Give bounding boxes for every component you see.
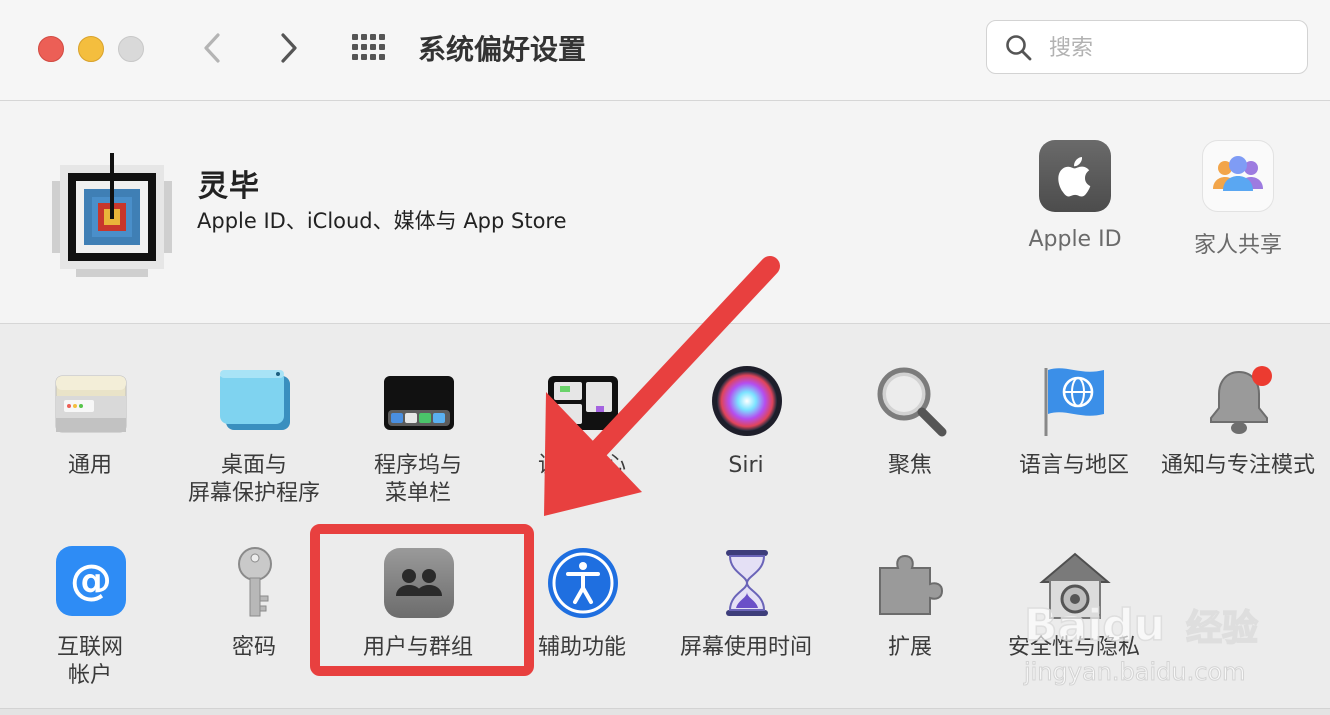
show-all-grid-icon[interactable] (350, 32, 390, 64)
svg-text:经验: 经验 (1186, 608, 1258, 649)
apple-id-label: Apple ID (1028, 227, 1122, 252)
pref-label: Siri (728, 453, 764, 478)
family-sharing-button[interactable] (1202, 140, 1274, 212)
apple-id-button[interactable] (1039, 140, 1111, 212)
dock-menubar-icon (384, 376, 454, 430)
notifications-icon (1210, 366, 1272, 434)
search-field[interactable] (986, 20, 1308, 74)
family-sharing-label: 家人共享 (1193, 233, 1282, 258)
title-bar: 系统偏好设置 (0, 0, 1330, 101)
account-subtitle[interactable]: Apple ID、iCloud、媒体与 App Store (197, 205, 567, 235)
family-sharing-icon (1213, 156, 1263, 191)
pref-label: 调度中心 (537, 453, 626, 478)
siri-icon (712, 366, 782, 436)
internet-accounts-icon: @ (56, 546, 126, 616)
forward-chevron-icon[interactable] (272, 30, 306, 66)
search-icon (1006, 35, 1032, 61)
passwords-icon (238, 547, 272, 617)
minimize-window-button[interactable] (78, 36, 104, 62)
back-chevron-icon[interactable] (196, 30, 230, 66)
general-icon (55, 375, 127, 433)
window-title: 系统偏好设置 (418, 33, 587, 66)
account-section: 灵毕 Apple ID、iCloud、媒体与 App Store Apple I… (0, 101, 1330, 324)
pref-label: 扩展 (887, 635, 932, 660)
pref-label: 聚焦 (887, 453, 932, 478)
pref-label: 语言与地区 (1018, 453, 1129, 478)
svg-text:jingyan.baidu.com: jingyan.baidu.com (1023, 658, 1245, 686)
svg-text:@: @ (70, 555, 112, 604)
mission-control-icon (548, 376, 618, 430)
svg-text:Baidu: Baidu (1024, 600, 1165, 651)
user-avatar-target-icon[interactable] (44, 149, 180, 285)
pref-label: 屏幕使用时间 (679, 635, 812, 660)
pref-label: 通知与专注模式 (1160, 453, 1315, 478)
pref-label: 程序坞与 菜单栏 (373, 453, 462, 506)
zoom-window-button[interactable] (118, 36, 144, 62)
close-window-button[interactable] (38, 36, 64, 62)
screen-time-icon (726, 550, 768, 616)
search-input[interactable] (1047, 31, 1291, 65)
accessibility-icon (548, 548, 618, 618)
highlight-box (310, 524, 534, 676)
desktop-screensaver-icon (220, 370, 290, 430)
extensions-icon (879, 554, 944, 615)
spotlight-icon (877, 367, 947, 437)
apple-logo-icon (1058, 157, 1091, 197)
pref-label: 互联网 帐户 (56, 635, 123, 688)
language-region-icon (1044, 368, 1104, 436)
user-name[interactable]: 灵毕 (198, 161, 260, 205)
pref-label: 桌面与 屏幕保护程序 (187, 453, 320, 506)
baidu-watermark-logo: Baidu 经验 jingyan.baidu.com (1023, 599, 1259, 686)
pref-label: 通用 (67, 453, 112, 478)
